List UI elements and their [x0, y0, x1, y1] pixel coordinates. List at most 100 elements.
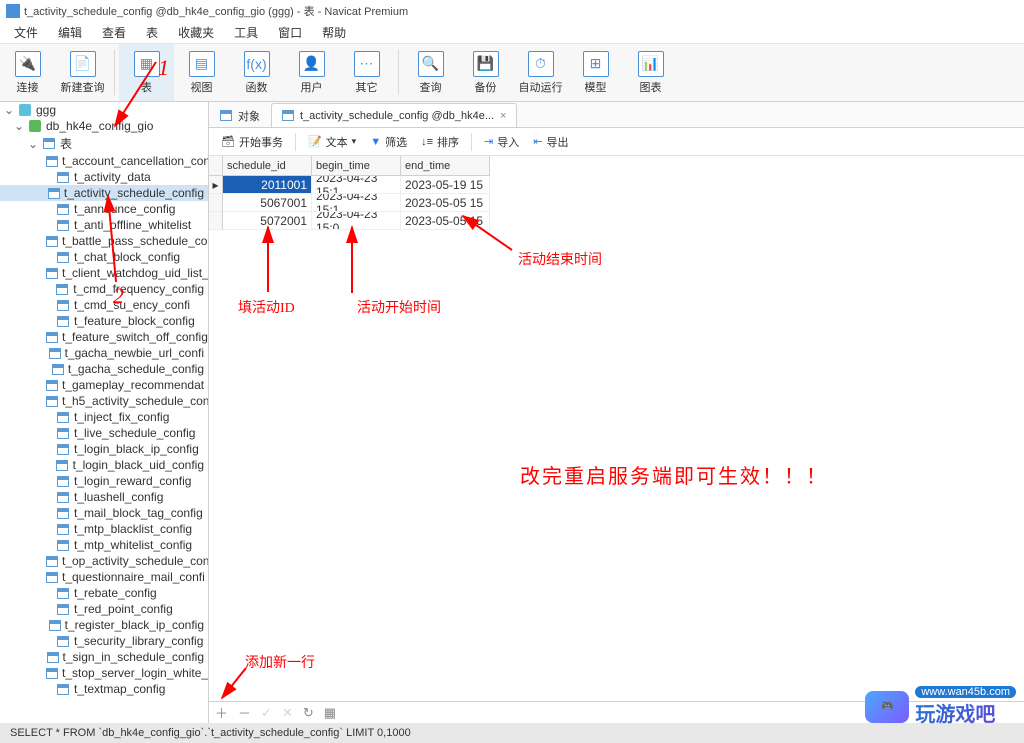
sidebar[interactable]: ⌄ggg⌄db_hk4e_config_gio⌄表t_account_cance…: [0, 102, 209, 723]
tbl-ico-icon: [56, 442, 70, 456]
menu-查看[interactable]: 查看: [102, 24, 126, 41]
begin-transaction-button[interactable]: 🗃开始事务: [215, 131, 289, 153]
ribbon-自动运行[interactable]: ⏱自动运行: [513, 44, 568, 101]
ribbon-icon: 🔍: [418, 51, 444, 77]
menu-表[interactable]: 表: [146, 24, 158, 41]
tree-node[interactable]: t_activity_schedule_config: [0, 185, 208, 201]
ribbon-用户[interactable]: 👤用户: [284, 44, 339, 101]
tbl-ico-icon: [56, 538, 70, 552]
column-header[interactable]: begin_time: [312, 156, 401, 176]
tbl-ico-icon: [56, 634, 70, 648]
tree-node[interactable]: t_announce_config: [0, 201, 208, 217]
tree-node[interactable]: t_h5_activity_schedule_conf: [0, 393, 208, 409]
ribbon-连接[interactable]: 🔌连接: [0, 44, 55, 101]
ribbon-icon: 💾: [473, 51, 499, 77]
tab[interactable]: t_activity_schedule_config @db_hk4e...×: [271, 103, 517, 127]
tree-node[interactable]: ⌄db_hk4e_config_gio: [0, 118, 208, 134]
menu-工具[interactable]: 工具: [234, 24, 258, 41]
menu-帮助[interactable]: 帮助: [322, 24, 346, 41]
ribbon-表[interactable]: ▦表: [119, 44, 174, 101]
tree-node[interactable]: t_login_black_uid_config: [0, 457, 208, 473]
menubar: 文件 编辑 查看 表 收藏夹 工具 窗口 帮助: [0, 22, 1024, 44]
ribbon-模型[interactable]: ⊞模型: [568, 44, 623, 101]
tree-node[interactable]: t_account_cancellation_con: [0, 153, 208, 169]
tree-node[interactable]: t_mtp_whitelist_config: [0, 537, 208, 553]
bottombar-btn-5[interactable]: ▦: [324, 705, 336, 721]
tree-node[interactable]: t_gameplay_recommendat: [0, 377, 208, 393]
tree-node[interactable]: t_live_schedule_config: [0, 425, 208, 441]
tree-node[interactable]: t_red_point_config: [0, 601, 208, 617]
tree-node[interactable]: t_register_black_ip_config: [0, 617, 208, 633]
tbl-ico-icon: [56, 586, 70, 600]
import-button[interactable]: ⇥导入: [478, 131, 525, 153]
tbl-ico-icon: [56, 314, 70, 328]
ribbon-函数[interactable]: f(x)函数: [229, 44, 284, 101]
tree-node[interactable]: t_security_library_config: [0, 633, 208, 649]
tree-node[interactable]: ⌄ggg: [0, 102, 208, 118]
table-row[interactable]: 50720012023-04-23 15:02023-05-05 15: [209, 212, 1024, 230]
tree-node[interactable]: t_sign_in_schedule_config: [0, 649, 208, 665]
db-ico-icon: [28, 119, 42, 133]
ribbon-新建查询[interactable]: 📄新建查询: [55, 44, 110, 101]
tree-node[interactable]: t_activity_data: [0, 169, 208, 185]
tree-node[interactable]: t_anti_offline_whitelist: [0, 217, 208, 233]
table-row[interactable]: ▸20110012023-04-23 15:12023-05-19 15: [209, 176, 1024, 194]
tbl-ico-icon: [56, 682, 70, 696]
menu-编辑[interactable]: 编辑: [58, 24, 82, 41]
column-header[interactable]: schedule_id: [223, 156, 312, 176]
menu-文件[interactable]: 文件: [14, 24, 38, 41]
close-icon[interactable]: ×: [500, 110, 506, 122]
ribbon-icon: 📊: [638, 51, 664, 77]
tree-node[interactable]: t_chat_block_config: [0, 249, 208, 265]
tree-node[interactable]: t_stop_server_login_white_: [0, 665, 208, 681]
tree-node[interactable]: t_gacha_newbie_url_confi: [0, 345, 208, 361]
tbl-ico-icon: [56, 490, 70, 504]
menu-收藏夹[interactable]: 收藏夹: [178, 24, 214, 41]
tree-node[interactable]: t_cmd_frequency_config: [0, 281, 208, 297]
bottombar-btn-4[interactable]: ↻: [303, 705, 314, 721]
ribbon-其它[interactable]: ⋯其它: [339, 44, 394, 101]
filter-button[interactable]: ▼筛选: [364, 131, 413, 153]
ribbon-图表[interactable]: 📊图表: [623, 44, 678, 101]
tree-node[interactable]: t_cmd_su_ency_confi: [0, 297, 208, 313]
tree-node[interactable]: t_mtp_blacklist_config: [0, 521, 208, 537]
tbl-ico-icon: [46, 554, 58, 568]
tbl-ico-icon: [56, 202, 70, 216]
tree-node[interactable]: t_battle_pass_schedule_con: [0, 233, 208, 249]
tree-node[interactable]: t_mail_block_tag_config: [0, 505, 208, 521]
ribbon-查询[interactable]: 🔍查询: [403, 44, 458, 101]
tbl-ico-icon: [46, 666, 58, 680]
export-button[interactable]: ⇤导出: [527, 131, 574, 153]
tree-node[interactable]: t_textmap_config: [0, 681, 208, 697]
bottombar-btn-3[interactable]: ✕: [282, 705, 293, 721]
ribbon-视图[interactable]: ▤视图: [174, 44, 229, 101]
tree-node[interactable]: t_gacha_schedule_config: [0, 361, 208, 377]
tree-node[interactable]: t_inject_fix_config: [0, 409, 208, 425]
bottombar-btn-0[interactable]: ＋: [215, 703, 228, 722]
content: 对象t_activity_schedule_config @db_hk4e...…: [209, 102, 1024, 723]
text-button[interactable]: 📝文本▾: [302, 131, 362, 153]
bottombar-btn-2[interactable]: ✓: [261, 705, 272, 721]
tree-node[interactable]: t_luashell_config: [0, 489, 208, 505]
tree-node[interactable]: ⌄表: [0, 134, 208, 153]
ribbon-icon: ▦: [134, 51, 160, 77]
tree-node[interactable]: t_questionnaire_mail_confi: [0, 569, 208, 585]
tree-node[interactable]: t_feature_switch_off_config: [0, 329, 208, 345]
sort-button[interactable]: ↓≡排序: [415, 131, 465, 153]
column-header[interactable]: end_time: [401, 156, 490, 176]
tree-node[interactable]: t_rebate_config: [0, 585, 208, 601]
tab[interactable]: 对象: [209, 103, 271, 127]
ribbon-备份[interactable]: 💾备份: [458, 44, 513, 101]
tree-node[interactable]: t_client_watchdog_uid_list_: [0, 265, 208, 281]
table-row[interactable]: 50670012023-04-23 15:12023-05-05 15: [209, 194, 1024, 212]
tbl-ico-icon: [56, 602, 70, 616]
tree-node[interactable]: t_login_reward_config: [0, 473, 208, 489]
menu-窗口[interactable]: 窗口: [278, 24, 302, 41]
bottombar-btn-1[interactable]: －: [238, 703, 251, 722]
ribbon-icon: ⋯: [354, 51, 380, 77]
tree-node[interactable]: t_op_activity_schedule_con: [0, 553, 208, 569]
tree-node[interactable]: t_feature_block_config: [0, 313, 208, 329]
tbl-ico-icon: [46, 234, 58, 248]
tree-node[interactable]: t_login_black_ip_config: [0, 441, 208, 457]
data-grid[interactable]: schedule_idbegin_timeend_time▸2011001202…: [209, 156, 1024, 236]
